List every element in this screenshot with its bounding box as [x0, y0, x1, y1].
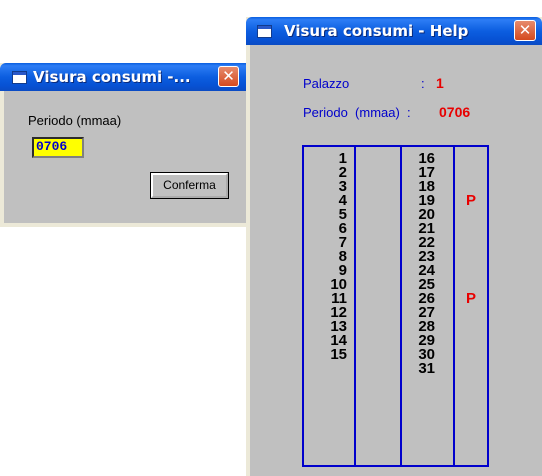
marks-column-2: PP: [455, 152, 487, 376]
day-mark: [455, 152, 487, 166]
day-mark: [455, 208, 487, 222]
period-label: Periodo (mmaa): [28, 113, 122, 128]
period-input[interactable]: 0706: [32, 137, 84, 158]
close-icon[interactable]: ✕: [514, 20, 536, 41]
close-icon[interactable]: ✕: [218, 66, 239, 87]
window-icon: [12, 71, 27, 84]
day-mark: [356, 292, 400, 306]
help-period-value: 0706: [439, 104, 471, 120]
day-mark: [455, 236, 487, 250]
periodo-dialog-body: Periodo (mmaa) 0706 Conferma: [4, 91, 252, 223]
day-mark: [455, 348, 487, 362]
day-mark: P: [465, 192, 476, 209]
days-column-1: 1 2 3 4 5 6 7 8 9 10 11 12 13 14 15: [306, 151, 347, 363]
day-mark: [455, 306, 487, 320]
window-icon: [257, 25, 272, 38]
day-mark: [356, 320, 400, 334]
day-mark: [356, 306, 400, 320]
day-mark: [356, 236, 400, 250]
day-mark: [356, 264, 400, 278]
day-number: 31: [418, 360, 435, 377]
days-column-2: 16 17 18 19 20 21 22 23 24 25 26 27 28 29 30 31: [402, 151, 435, 377]
help-window: Visura consumi - Help ✕ Palazzo : 1 Peri…: [246, 17, 542, 476]
periodo-dialog-title: Visura consumi -...: [33, 68, 191, 86]
help-window-body: Palazzo : 1 Periodo (mmaa) : 0706 123456…: [250, 45, 542, 476]
help-window-titlebar[interactable]: Visura consumi - Help ✕: [246, 17, 542, 45]
day-mark: [356, 250, 400, 264]
day-mark: P: [465, 290, 476, 307]
help-window-title: Visura consumi - Help: [284, 22, 469, 40]
day-mark: [455, 250, 487, 264]
day-mark: [356, 152, 400, 166]
day-mark: [455, 222, 487, 236]
day-mark: [455, 166, 487, 180]
day-mark: [356, 278, 400, 292]
palazzo-separator: :: [421, 76, 425, 91]
day-mark: [356, 166, 400, 180]
day-mark: [356, 334, 400, 348]
day-mark: [455, 334, 487, 348]
day-mark: [455, 362, 487, 376]
palazzo-value: 1: [436, 75, 444, 91]
days-grid: 1 2 3 4 5 6 7 8 9 10 11 12 13 14 15 16 17 18 19 20 21 22 23 24…: [302, 145, 489, 467]
day-mark: [356, 194, 400, 208]
help-period-label: Periodo (mmaa) :: [303, 105, 411, 120]
day-mark: [455, 264, 487, 278]
day-mark: [356, 348, 400, 362]
confirm-button[interactable]: Conferma: [150, 172, 229, 199]
day-mark: [356, 222, 400, 236]
day-mark: [356, 208, 400, 222]
periodo-dialog: Visura consumi -... ✕ Periodo (mmaa) 070…: [0, 63, 252, 227]
periodo-dialog-titlebar[interactable]: Visura consumi -... ✕: [0, 63, 252, 91]
day-mark: [455, 320, 487, 334]
day-mark: [356, 180, 400, 194]
palazzo-label: Palazzo: [303, 76, 350, 91]
marks-column-1: [356, 152, 400, 362]
day-number: 15: [330, 346, 347, 363]
